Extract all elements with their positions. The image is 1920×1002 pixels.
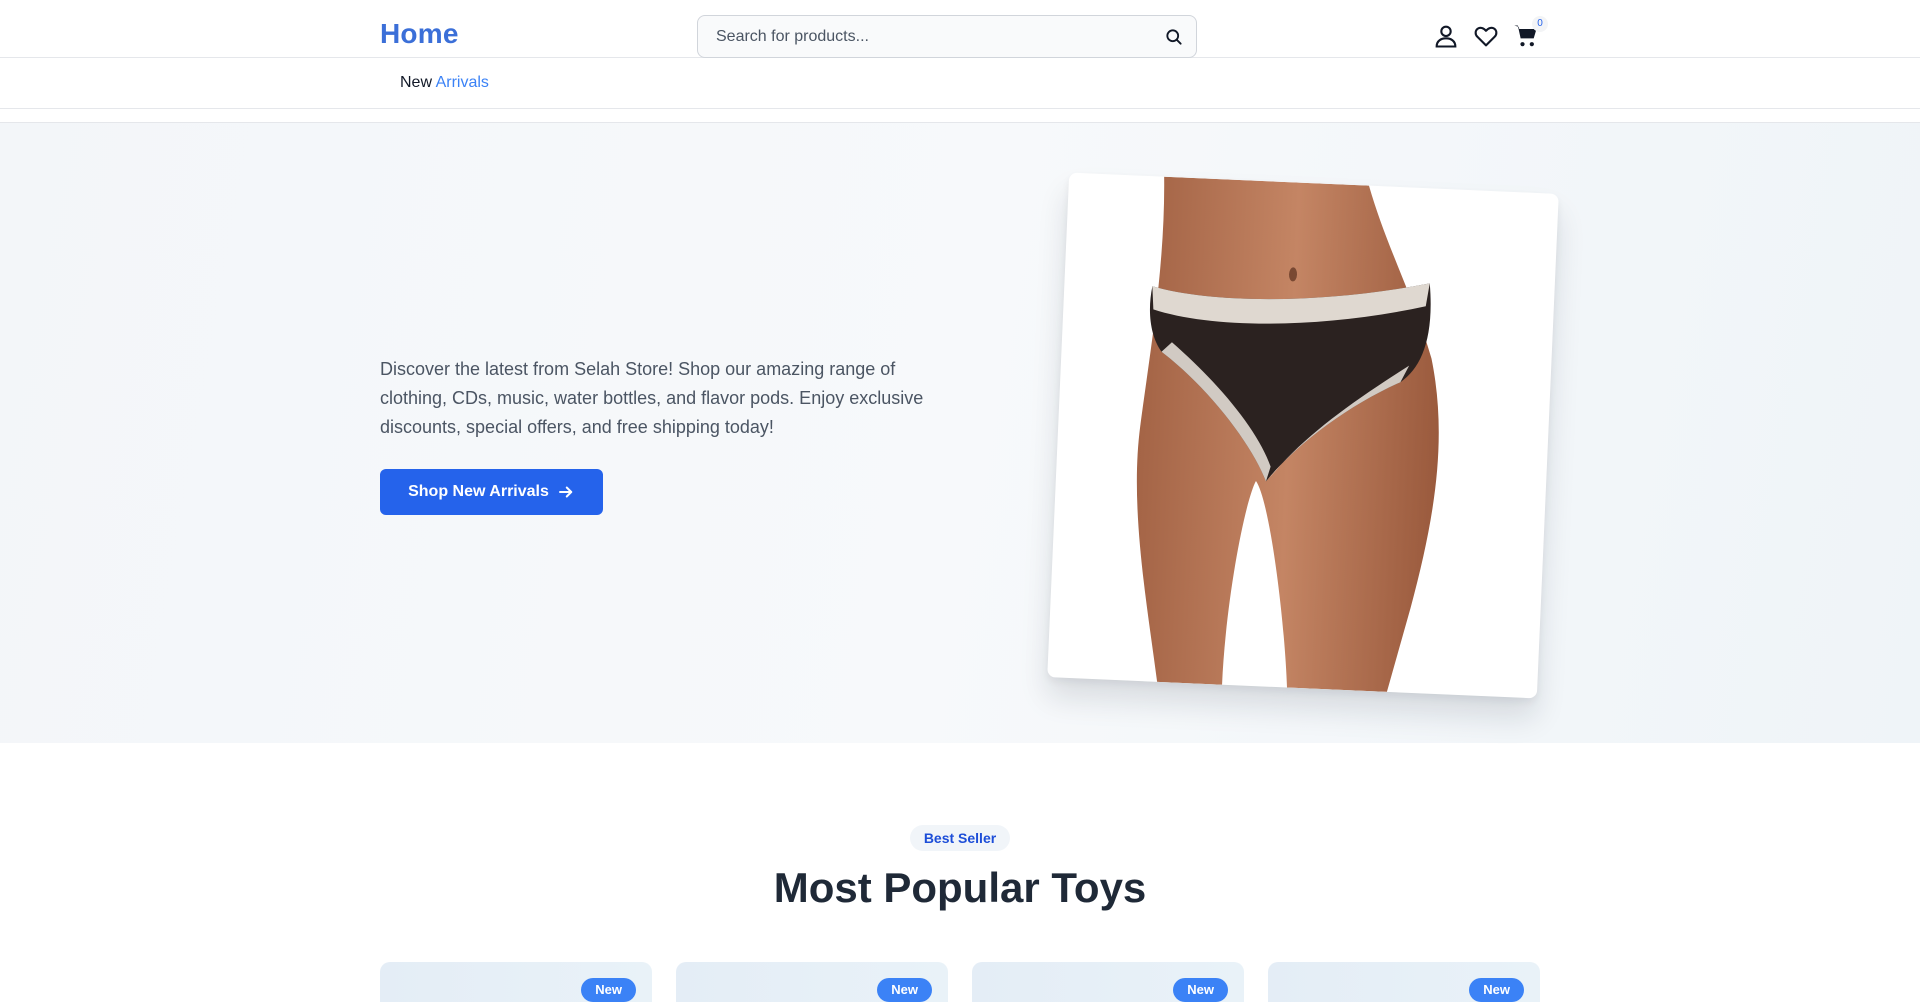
hero-product-image-card[interactable] xyxy=(1047,172,1559,699)
shop-new-arrivals-button[interactable]: Shop New Arrivals xyxy=(380,469,603,515)
new-badge: New xyxy=(581,978,636,1002)
secondary-nav: New Arrivals xyxy=(0,59,1920,109)
new-badge: New xyxy=(1173,978,1228,1002)
search-bar xyxy=(697,15,1197,58)
hero-section: Discover the latest from Selah Store! Sh… xyxy=(0,123,1920,743)
new-arrivals-link-word-arrivals: Arrivals xyxy=(435,74,489,91)
hero-product-image xyxy=(1136,176,1439,692)
product-card[interactable]: New xyxy=(1268,962,1540,1002)
search-input[interactable] xyxy=(716,26,1136,48)
user-icon[interactable] xyxy=(1432,22,1460,50)
new-arrivals-link[interactable]: New Arrivals xyxy=(400,74,489,92)
shop-new-arrivals-label: Shop New Arrivals xyxy=(408,483,549,500)
product-card[interactable]: New xyxy=(972,962,1244,1002)
top-header: Home 0 xyxy=(0,0,1920,58)
home-logo-link[interactable]: Home xyxy=(380,18,459,50)
hero-description: Discover the latest from Selah Store! Sh… xyxy=(380,359,924,437)
new-badge: New xyxy=(1469,978,1524,1002)
section-title: Most Popular Toys xyxy=(773,864,1147,911)
product-card[interactable]: New xyxy=(380,962,652,1002)
arrow-right-icon xyxy=(558,486,573,498)
product-card[interactable]: New xyxy=(676,962,948,1002)
best-seller-badge: Best Seller xyxy=(910,825,1010,851)
cart-count-badge: 0 xyxy=(1532,16,1548,32)
new-arrivals-link-word-new: New xyxy=(400,74,433,91)
new-badge: New xyxy=(877,978,932,1002)
heart-icon[interactable] xyxy=(1472,22,1500,50)
search-icon[interactable] xyxy=(1164,27,1184,47)
